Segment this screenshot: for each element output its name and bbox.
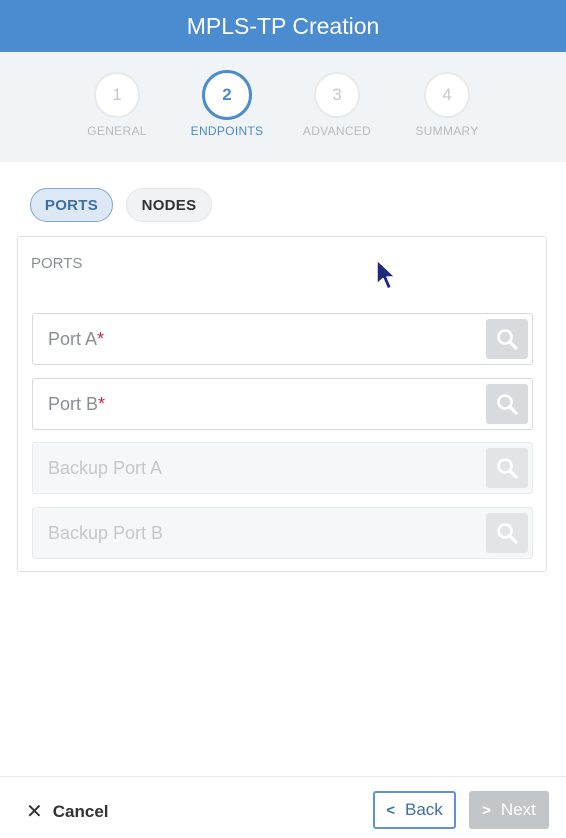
- step-label: ENDPOINTS: [190, 124, 264, 138]
- field-label: Port B*: [48, 394, 106, 414]
- dialog-footer: ✕ Cancel < Back > Next: [0, 776, 566, 838]
- search-icon: [497, 523, 518, 544]
- dialog-title: MPLS-TP Creation: [186, 12, 380, 39]
- step-summary[interactable]: 4 SUMMARY: [402, 72, 492, 138]
- step-number: 4: [424, 72, 470, 118]
- step-label: SUMMARY: [415, 124, 479, 138]
- search-icon: [497, 329, 518, 350]
- port-b-field[interactable]: Port B*: [32, 378, 533, 430]
- tab-nodes[interactable]: NODES: [126, 188, 212, 222]
- step-number: 1: [94, 72, 140, 118]
- mouse-pointer-icon: [376, 259, 396, 290]
- step-label: GENERAL: [87, 124, 147, 138]
- step-general[interactable]: 1 GENERAL: [72, 72, 162, 138]
- back-label: Back: [404, 800, 443, 819]
- chevron-left-icon: <: [386, 801, 395, 819]
- search-button[interactable]: [486, 448, 528, 488]
- cancel-button[interactable]: ✕ Cancel: [26, 799, 109, 824]
- port-a-field[interactable]: Port A*: [32, 313, 533, 365]
- chevron-right-icon: >: [482, 801, 491, 819]
- search-icon: [497, 458, 518, 479]
- backup-port-a-field[interactable]: Backup Port A: [32, 442, 533, 494]
- field-label: Backup Port A: [48, 458, 163, 478]
- cancel-label: Cancel: [52, 801, 109, 821]
- step-advanced[interactable]: 3 ADVANCED: [292, 72, 382, 138]
- next-label: Next: [500, 800, 536, 819]
- search-button[interactable]: [486, 384, 528, 424]
- field-label: Backup Port B: [48, 523, 164, 543]
- step-number: 3: [314, 72, 360, 118]
- search-button[interactable]: [486, 319, 528, 359]
- back-button[interactable]: < Back: [373, 791, 456, 829]
- backup-port-b-field[interactable]: Backup Port B: [32, 507, 533, 559]
- step-endpoints[interactable]: 2 ENDPOINTS: [182, 70, 272, 138]
- ports-panel: PORTS Port A* Port B* Backup Port A Back…: [17, 236, 547, 572]
- panel-title: PORTS: [31, 255, 83, 272]
- search-icon: [497, 394, 518, 415]
- close-icon: ✕: [26, 801, 43, 823]
- tab-ports[interactable]: PORTS: [30, 188, 113, 222]
- required-marker: *: [98, 394, 106, 414]
- wizard-stepper: 1 GENERAL 2 ENDPOINTS 3 ADVANCED 4 SUMMA…: [0, 52, 566, 162]
- next-button[interactable]: > Next: [469, 791, 549, 829]
- dialog-header: MPLS-TP Creation: [0, 0, 566, 52]
- step-number: 2: [202, 70, 252, 120]
- search-button[interactable]: [486, 513, 528, 553]
- step-label: ADVANCED: [302, 124, 372, 138]
- required-marker: *: [97, 329, 105, 349]
- field-label: Port A*: [48, 329, 105, 349]
